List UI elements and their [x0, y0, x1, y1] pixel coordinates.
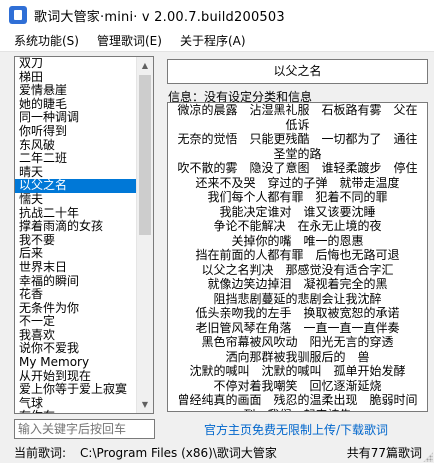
lyric-line: 无奈的觉悟 只能更残酷 一切都为了 通往: [177, 132, 418, 146]
lyric-line: 圣堂的路: [273, 146, 322, 161]
song-list-item[interactable]: 说你不爱我: [15, 342, 137, 356]
current-lyrics-label: 当前歌词:: [14, 445, 67, 460]
song-list-item[interactable]: 爱上你等于爱上寂寞: [15, 383, 137, 397]
lyric-line: 低头亲吻我的左手 换取被宽恕的承诺: [195, 306, 400, 320]
song-list-items: 双刀 梯田 爱情悬崖 她的睫毛 同一种调调 你听得到 东风破 二年二班 晴天 以父之名 懦夫 抗战二十…: [15, 57, 137, 413]
song-list-item[interactable]: 花香: [15, 287, 137, 302]
status-bar: 当前歌词: C:\Program Files (x86)\歌词大管家 共有77篇…: [0, 441, 434, 463]
lyric-line: 洒向那群被我驯服后的 兽: [225, 349, 370, 364]
song-list-item[interactable]: 有你在: [15, 410, 137, 413]
lyric-line: 沈默的喊叫 沈默的喊叫 孤单开始发酵: [189, 364, 406, 378]
lyric-line: 关掉你的嘴 唯一的恩惠: [231, 233, 364, 248]
lyric-line: 微凉的晨露 沾湿黑礼服 石板路有雾 父在: [177, 103, 418, 117]
lyric-line: 不停对着我嘲笑 回忆逐渐延烧: [213, 378, 382, 393]
current-lyrics-path: C:\Program Files (x86)\歌词大管家: [80, 445, 277, 460]
title-bar: 歌词大管家·mini· v 2.00.7.build200503: [0, 0, 434, 30]
lyric-line: 低诉: [285, 117, 310, 132]
menu-about[interactable]: 关于程序(A): [172, 32, 254, 49]
lyric-line: 老旧管风琴在角落 一直一直一直伴奏: [195, 320, 400, 335]
song-list-item[interactable]: 不一定: [15, 315, 137, 329]
song-list-item[interactable]: 世界末日: [15, 260, 137, 275]
scroll-up-icon[interactable]: ▲: [137, 57, 153, 74]
lyric-line: 吹不散的雾 隐没了意图 谁轻柔踱步 停住: [177, 161, 418, 175]
scroll-down-icon[interactable]: ▼: [137, 396, 153, 413]
lyrics-count: 共有77篇歌词: [346, 445, 422, 460]
upload-download-link[interactable]: 官方主页免费无限制上传/下载歌词: [204, 421, 388, 438]
song-list-item[interactable]: 气球: [15, 396, 137, 411]
lyric-line: 到 我们一起来祷告: [168, 408, 427, 412]
song-list-item[interactable]: 后来: [15, 247, 137, 261]
lyric-line: 我们每个人都有罪 犯着不同的罪: [207, 190, 388, 204]
song-list-item[interactable]: My Memory: [15, 355, 137, 370]
menu-manage-lyrics[interactable]: 管理歌词(E): [89, 32, 170, 49]
lyric-line: 曾经纯真的画面 残忍的温柔出现 脆弱时间: [177, 393, 418, 407]
song-list-item[interactable]: 撑着雨滴的女孩: [15, 220, 137, 234]
lyric-line: 争论不能解决 在永无止境的夜: [213, 219, 382, 233]
menu-bar: 系统功能(S) 管理歌词(E) 关于程序(A): [0, 30, 434, 52]
resize-grip-icon[interactable]: [423, 452, 433, 462]
lyric-line: 以父之名判决 那感觉没有适合字汇: [201, 262, 394, 277]
song-list-scrollbar[interactable]: ▲ ▼: [136, 57, 153, 413]
song-info-text: 信息：没有设定分类和信息: [168, 90, 313, 104]
lyric-line: 还来不及哭 穿过的子弹 就带走温度: [195, 175, 400, 190]
song-title-field[interactable]: 以父之名: [167, 59, 428, 84]
song-list-item[interactable]: 双刀: [15, 57, 137, 71]
song-list[interactable]: 双刀 梯田 爱情悬崖 她的睫毛 同一种调调 你听得到 东风破 二年二班 晴天 以父之名 懦夫 抗战二十…: [14, 56, 154, 414]
lyric-line: 黑色帘幕被风吹动 阳光无言的穿透: [201, 335, 394, 349]
search-input[interactable]: [14, 419, 155, 439]
song-list-item[interactable]: 同一种调调: [15, 111, 137, 125]
song-list-item[interactable]: 她的睫毛: [15, 97, 137, 112]
lyric-line: 挡在前面的人都有罪 后悔也无路可退: [195, 248, 400, 262]
song-list-item[interactable]: 我不要: [15, 233, 137, 248]
song-list-item[interactable]: 以父之名: [15, 179, 137, 193]
lyrics-viewer[interactable]: 微凉的晨露 沾湿黑礼服 石板路有雾 父在 低诉 无奈的觉悟 只能更残酷 一切都为了 …: [167, 102, 428, 412]
song-list-item[interactable]: 东风破: [15, 138, 137, 153]
song-list-item[interactable]: 你听得到: [15, 124, 137, 139]
song-list-item[interactable]: 梯田: [15, 70, 137, 85]
song-list-item[interactable]: 二年二班: [15, 152, 137, 166]
window-title: 歌词大管家·mini· v 2.00.7.build200503: [34, 9, 285, 25]
lyric-line: 就像边笑边掉泪 凝视着完全的黑: [207, 277, 388, 291]
app-icon: [9, 6, 27, 24]
song-list-item[interactable]: 懦夫: [15, 192, 137, 207]
lyric-line: 阻挡悲剧蔓延的悲剧会让我沈醉: [213, 291, 382, 306]
song-list-item[interactable]: 爱情悬崖: [15, 84, 137, 98]
scroll-thumb[interactable]: [139, 75, 151, 235]
menu-system[interactable]: 系统功能(S): [6, 32, 87, 49]
lyric-line: 我能决定谁对 谁又该要沈睡: [219, 204, 376, 219]
